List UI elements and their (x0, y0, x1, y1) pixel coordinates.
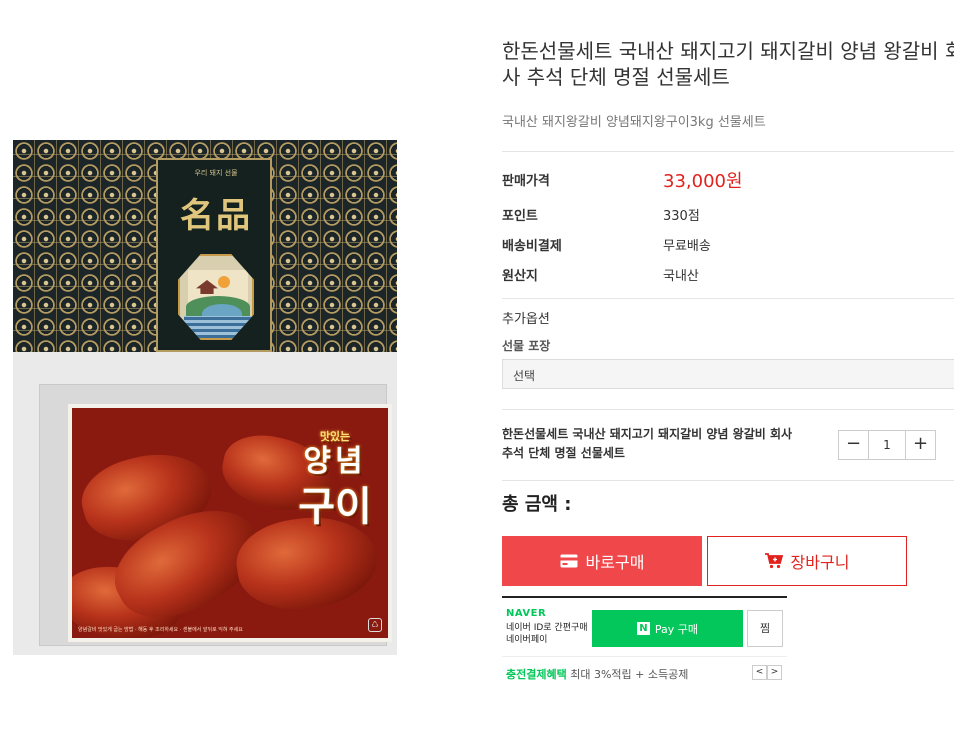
product-title: 한돈선물세트 국내산 돼지고기 돼지갈비 양념 왕갈비 회 사 추석 단체 명절… (502, 39, 954, 89)
detail-row-price: 판매가격 33,000원 (502, 170, 954, 192)
divider (502, 480, 954, 481)
add-to-cart-button[interactable]: 장바구니 (707, 536, 907, 586)
add-to-cart-label: 장바구니 (790, 553, 850, 572)
sale-price: 33,000원 (663, 171, 743, 192)
landscape-emblem (178, 254, 254, 340)
detail-row-shipping: 배송비결제 무료배송 (502, 239, 711, 254)
package-label: 맛있는 양념 구이 양념갈비 맛있게 굽는 방법 · 해동 후 조리하세요 · … (68, 404, 392, 642)
detail-row-points: 포인트 330점 (502, 209, 700, 224)
package-label-note: 양념갈비 맛있게 굽는 방법 · 해동 후 조리하세요 · 센불에서 앞뒤로 익… (78, 627, 243, 633)
cart-icon (764, 553, 783, 569)
naver-pay-label: Pay 구매 (654, 622, 699, 636)
gift-wrap-label: 선물 포장 (502, 339, 551, 353)
product-info: 한돈선물세트 국내산 돼지고기 돼지갈비 양념 왕갈비 회 사 추석 단체 명절… (502, 0, 954, 751)
box-hanja-text: 名品 (180, 196, 252, 236)
product-subtitle: 국내산 돼지왕갈비 양념돼지왕구이3kg 선물세트 (502, 115, 766, 130)
buy-now-button[interactable]: 바로구매 (502, 536, 702, 586)
chevron-right-icon[interactable]: > (767, 665, 782, 680)
box-center-panel: 우리 돼지 선물 名品 (156, 158, 272, 352)
quantity-stepper: − 1 + (838, 430, 936, 460)
card-icon (560, 554, 578, 568)
quantity-decrease-button[interactable]: − (839, 431, 869, 459)
meat-package: 맛있는 양념 구이 양념갈비 맛있게 굽는 방법 · 해동 후 조리하세요 · … (13, 352, 397, 655)
selected-item-name: 한돈선물세트 국내산 돼지고기 돼지갈비 양념 왕갈비 회사 추석 단체 명절 … (502, 427, 793, 460)
recycle-icon: ♺ (368, 618, 382, 632)
quantity-increase-button[interactable]: + (905, 431, 935, 459)
gift-wrap-select[interactable]: 선택 (502, 359, 954, 389)
naver-pay-description: 네이버 ID로 간편구매 네이버페이 (506, 623, 588, 645)
product-image: 우리 돼지 선물 名品 맛있는 양념 구이 양념갈비 맛있게 굽는 방법 · 해… (13, 140, 397, 655)
total-amount-label: 총 금액 : (502, 494, 572, 515)
naver-pay-benefit: 충전결제혜택 최대 3%적립 + 소득공제 (506, 668, 689, 681)
benefit-pager: < > (752, 665, 782, 680)
quantity-input[interactable]: 1 (869, 431, 905, 459)
buy-now-label: 바로구매 (585, 553, 645, 572)
box-caption: 우리 돼지 선물 (194, 169, 238, 177)
divider (502, 298, 954, 299)
chevron-left-icon[interactable]: < (752, 665, 767, 680)
gift-box-lid: 우리 돼지 선물 名品 (13, 140, 397, 352)
divider (502, 151, 954, 152)
naver-logo: NAVER (506, 608, 547, 619)
options-heading: 추가옵션 (502, 312, 550, 327)
divider (502, 409, 954, 410)
naver-pay-button[interactable]: N Pay 구매 (592, 610, 743, 647)
naver-n-icon: N (636, 622, 650, 635)
wishlist-button[interactable]: 찜 (747, 610, 783, 647)
package-label-title: 맛있는 양념 구이 (298, 430, 372, 530)
detail-row-origin: 원산지 국내산 (502, 269, 699, 284)
naver-pay-block: NAVER 네이버 ID로 간편구매 네이버페이 N Pay 구매 찜 충전결제… (502, 596, 787, 686)
